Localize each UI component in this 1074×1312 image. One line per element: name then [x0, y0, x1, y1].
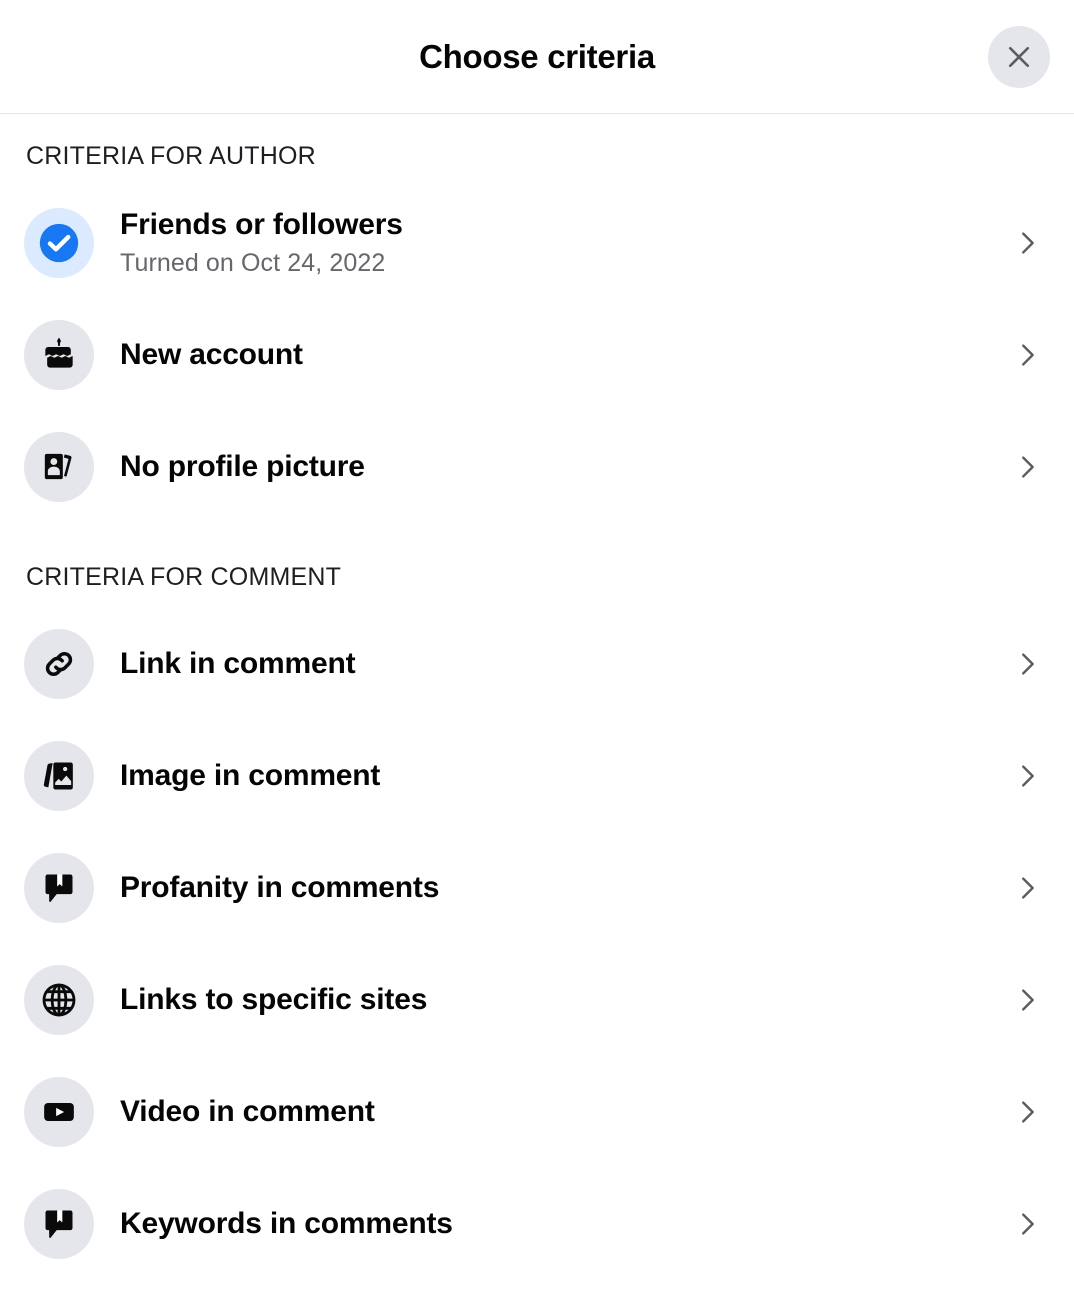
- row-text: Link in comment: [94, 647, 1004, 682]
- criteria-row-image-in-comment[interactable]: Image in comment: [0, 720, 1074, 832]
- globe-icon: [24, 965, 94, 1035]
- photo-icon: [24, 741, 94, 811]
- chevron-right-icon[interactable]: [1004, 452, 1050, 482]
- birthday-cake-icon: [24, 320, 94, 390]
- criteria-list: CRITERIA FOR AUTHOR Friends or followers…: [0, 114, 1074, 1312]
- section-header-comment: CRITERIA FOR COMMENT: [0, 523, 1074, 592]
- page-title: Choose criteria: [419, 40, 655, 73]
- row-text: Friends or followers Turned on Oct 24, 2…: [94, 208, 1004, 279]
- section-criteria-for-author: CRITERIA FOR AUTHOR Friends or followers…: [0, 114, 1074, 523]
- close-icon: [1004, 42, 1034, 72]
- criteria-row-friends-or-followers[interactable]: Friends or followers Turned on Oct 24, 2…: [0, 187, 1074, 299]
- chevron-right-icon[interactable]: [1004, 340, 1050, 370]
- close-button[interactable]: [988, 26, 1050, 88]
- row-text: Profanity in comments: [94, 871, 1004, 906]
- criteria-title: No profile picture: [120, 450, 1004, 485]
- criteria-row-link-in-comment[interactable]: Link in comment: [0, 608, 1074, 720]
- author-rows: Friends or followers Turned on Oct 24, 2…: [0, 187, 1074, 523]
- row-text: Keywords in comments: [94, 1207, 1004, 1242]
- dialog-header: Choose criteria: [0, 0, 1074, 114]
- section-criteria-for-comment: CRITERIA FOR COMMENT Link in comment: [0, 523, 1074, 1280]
- choose-criteria-sheet: Choose criteria CRITERIA FOR AUTHOR: [0, 0, 1074, 1312]
- criteria-title: Friends or followers: [120, 208, 1004, 243]
- comment-flag-icon: [24, 853, 94, 923]
- chevron-right-icon[interactable]: [1004, 1097, 1050, 1127]
- chevron-right-icon[interactable]: [1004, 1209, 1050, 1239]
- row-text: Links to specific sites: [94, 983, 1004, 1018]
- video-play-icon: [24, 1077, 94, 1147]
- row-text: No profile picture: [94, 450, 1004, 485]
- criteria-subtitle: Turned on Oct 24, 2022: [120, 248, 1004, 278]
- chevron-right-icon[interactable]: [1004, 873, 1050, 903]
- criteria-title: Video in comment: [120, 1095, 1004, 1130]
- check-circle-icon: [24, 208, 94, 278]
- chevron-right-icon[interactable]: [1004, 649, 1050, 679]
- profile-cards-icon: [24, 432, 94, 502]
- criteria-row-new-account[interactable]: New account: [0, 299, 1074, 411]
- criteria-title: Profanity in comments: [120, 871, 1004, 906]
- criteria-title: Image in comment: [120, 759, 1004, 794]
- criteria-row-video-in-comment[interactable]: Video in comment: [0, 1056, 1074, 1168]
- section-header-author: CRITERIA FOR AUTHOR: [0, 114, 1074, 171]
- criteria-title: Link in comment: [120, 647, 1004, 682]
- row-text: Video in comment: [94, 1095, 1004, 1130]
- criteria-row-no-profile-picture[interactable]: No profile picture: [0, 411, 1074, 523]
- criteria-title: Keywords in comments: [120, 1207, 1004, 1242]
- criteria-title: Links to specific sites: [120, 983, 1004, 1018]
- comment-rows: Link in comment: [0, 608, 1074, 1280]
- criteria-title: New account: [120, 338, 1004, 373]
- link-icon: [24, 629, 94, 699]
- chevron-right-icon[interactable]: [1004, 985, 1050, 1015]
- row-text: Image in comment: [94, 759, 1004, 794]
- comment-flag-icon: [24, 1189, 94, 1259]
- criteria-row-profanity-in-comments[interactable]: Profanity in comments: [0, 832, 1074, 944]
- chevron-right-icon[interactable]: [1004, 228, 1050, 258]
- criteria-row-links-to-specific-sites[interactable]: Links to specific sites: [0, 944, 1074, 1056]
- row-text: New account: [94, 338, 1004, 373]
- chevron-right-icon[interactable]: [1004, 761, 1050, 791]
- criteria-row-keywords-in-comments[interactable]: Keywords in comments: [0, 1168, 1074, 1280]
